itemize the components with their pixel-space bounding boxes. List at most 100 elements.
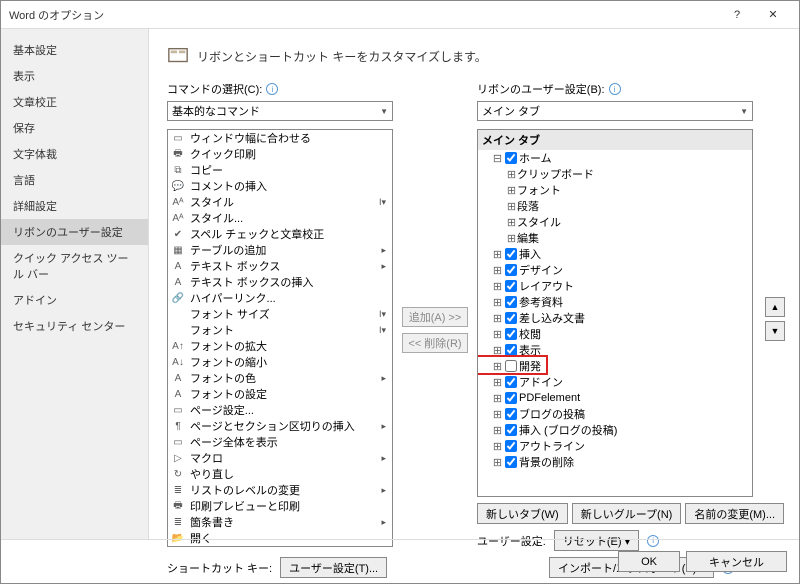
tree-checkbox[interactable] [505, 344, 517, 356]
tree-item[interactable]: ⊞校閲 [478, 326, 752, 342]
tree-item[interactable]: ⊞編集 [478, 230, 752, 246]
help-icon[interactable]: i [266, 83, 278, 95]
expand-icon[interactable]: ⊞ [506, 169, 517, 180]
expand-icon[interactable]: ⊞ [506, 233, 517, 244]
tree-item[interactable]: ⊞表示 [478, 342, 752, 358]
command-item[interactable]: Aテキスト ボックス▸ [168, 258, 392, 274]
new-group-button[interactable]: 新しいグループ(N) [572, 503, 682, 524]
tree-checkbox[interactable] [505, 392, 517, 404]
sidebar-item[interactable]: 文章校正 [1, 89, 148, 115]
tree-checkbox[interactable] [505, 440, 517, 452]
tree-checkbox[interactable] [505, 360, 517, 372]
tree-item[interactable]: ⊞レイアウト [478, 278, 752, 294]
tree-item[interactable]: ⊞参考資料 [478, 294, 752, 310]
expand-icon[interactable]: ⊞ [492, 297, 503, 308]
sidebar-item[interactable]: 保存 [1, 115, 148, 141]
command-item[interactable]: Aテキスト ボックスの挿入 [168, 274, 392, 290]
command-item[interactable]: Aᴬスタイル... [168, 210, 392, 226]
ok-button[interactable]: OK [618, 551, 680, 572]
new-tab-button[interactable]: 新しいタブ(W) [477, 503, 568, 524]
remove-button[interactable]: << 削除(R) [402, 333, 468, 353]
command-item[interactable]: ▦テーブルの追加▸ [168, 242, 392, 258]
tree-item[interactable]: ⊞フォント [478, 182, 752, 198]
tree-item[interactable]: ⊞クリップボード [478, 166, 752, 182]
command-item[interactable]: フォントI▾ [168, 322, 392, 338]
expand-icon[interactable]: ⊞ [492, 457, 503, 468]
tree-item[interactable]: ⊞差し込み文書 [478, 310, 752, 326]
expand-icon[interactable]: ⊞ [492, 441, 503, 452]
close-button[interactable]: ✕ [755, 1, 791, 29]
command-item[interactable]: Aフォントの色▸ [168, 370, 392, 386]
tree-checkbox[interactable] [505, 376, 517, 388]
tree-checkbox[interactable] [505, 152, 517, 164]
move-up-button[interactable]: ▲ [765, 297, 785, 317]
tree-checkbox[interactable] [505, 424, 517, 436]
expand-icon[interactable]: ⊞ [492, 409, 503, 420]
tree-checkbox[interactable] [505, 264, 517, 276]
command-item[interactable]: A↓フォントの縮小 [168, 354, 392, 370]
sidebar-item[interactable]: 言語 [1, 167, 148, 193]
tree-item[interactable]: ⊞段落 [478, 198, 752, 214]
command-item[interactable]: 🔗ハイパーリンク... [168, 290, 392, 306]
expand-icon[interactable]: ⊞ [506, 217, 517, 228]
command-item[interactable]: ≣箇条書き▸ [168, 514, 392, 530]
ribbon-tabs-dropdown[interactable]: メイン タブ ▼ [477, 101, 753, 121]
cancel-button[interactable]: キャンセル [686, 551, 787, 572]
commands-listbox[interactable]: ▭ウィンドウ幅に合わせる🖶クイック印刷⧉コピー💬コメントの挿入AᴬスタイルI▾A… [167, 129, 393, 547]
tree-checkbox[interactable] [505, 328, 517, 340]
tree-item[interactable]: ⊟ホーム [478, 150, 752, 166]
command-item[interactable]: ⧉コピー [168, 162, 392, 178]
tree-item[interactable]: ⊞開発 [478, 358, 752, 374]
expand-icon[interactable]: ⊞ [492, 425, 503, 436]
tree-checkbox[interactable] [505, 456, 517, 468]
command-item[interactable]: AᴬスタイルI▾ [168, 194, 392, 210]
command-item[interactable]: ¶ページとセクション区切りの挿入▸ [168, 418, 392, 434]
command-item[interactable]: 🖶クイック印刷 [168, 146, 392, 162]
sidebar-item[interactable]: 表示 [1, 63, 148, 89]
tree-checkbox[interactable] [505, 296, 517, 308]
move-down-button[interactable]: ▼ [765, 321, 785, 341]
expand-icon[interactable]: ⊞ [506, 185, 517, 196]
expand-icon[interactable]: ⊞ [492, 265, 503, 276]
command-item[interactable]: Aフォントの設定 [168, 386, 392, 402]
command-item[interactable]: ≣リストのレベルの変更▸ [168, 482, 392, 498]
command-item[interactable]: ✔スペル チェックと文章校正 [168, 226, 392, 242]
tree-item[interactable]: ⊞ブログの投稿 [478, 406, 752, 422]
sidebar-item[interactable]: リボンのユーザー設定 [1, 219, 148, 245]
tree-item[interactable]: ⊞PDFelement [478, 390, 752, 406]
tree-checkbox[interactable] [505, 248, 517, 260]
expand-icon[interactable]: ⊞ [492, 393, 503, 404]
tree-item[interactable]: ⊞アウトライン [478, 438, 752, 454]
rename-button[interactable]: 名前の変更(M)... [685, 503, 784, 524]
ribbon-tree[interactable]: メイン タブ ⊟ホーム⊞クリップボード⊞フォント⊞段落⊞スタイル⊞編集⊞挿入⊞デ… [477, 129, 753, 497]
expand-icon[interactable]: ⊞ [492, 313, 503, 324]
command-item[interactable]: ▷マクロ▸ [168, 450, 392, 466]
sidebar-item[interactable]: セキュリティ センター [1, 313, 148, 339]
expand-icon[interactable]: ⊞ [492, 377, 503, 388]
sidebar-item[interactable]: アドイン [1, 287, 148, 313]
command-item[interactable]: ▭ページ設定... [168, 402, 392, 418]
command-item[interactable]: ↻やり直し [168, 466, 392, 482]
tree-item[interactable]: ⊞挿入 (ブログの投稿) [478, 422, 752, 438]
command-item[interactable]: 💬コメントの挿入 [168, 178, 392, 194]
tree-item[interactable]: ⊞アドイン [478, 374, 752, 390]
tree-checkbox[interactable] [505, 312, 517, 324]
sidebar-item[interactable]: 詳細設定 [1, 193, 148, 219]
command-item[interactable]: ▭ページ全体を表示 [168, 434, 392, 450]
tree-item[interactable]: ⊞デザイン [478, 262, 752, 278]
sidebar-item[interactable]: 基本設定 [1, 37, 148, 63]
command-item[interactable]: A↑フォントの拡大 [168, 338, 392, 354]
help-icon[interactable]: i [609, 83, 621, 95]
tree-checkbox[interactable] [505, 280, 517, 292]
tree-item[interactable]: ⊞スタイル [478, 214, 752, 230]
expand-icon[interactable]: ⊞ [492, 345, 503, 356]
collapse-icon[interactable]: ⊟ [492, 153, 503, 164]
expand-icon[interactable]: ⊞ [506, 201, 517, 212]
sidebar-item[interactable]: クイック アクセス ツール バー [1, 245, 148, 287]
sidebar-item[interactable]: 文字体裁 [1, 141, 148, 167]
command-item[interactable]: 🖶印刷プレビューと印刷 [168, 498, 392, 514]
tree-checkbox[interactable] [505, 408, 517, 420]
expand-icon[interactable]: ⊞ [492, 281, 503, 292]
tree-item[interactable]: ⊞挿入 [478, 246, 752, 262]
tree-item[interactable]: ⊞背景の削除 [478, 454, 752, 470]
